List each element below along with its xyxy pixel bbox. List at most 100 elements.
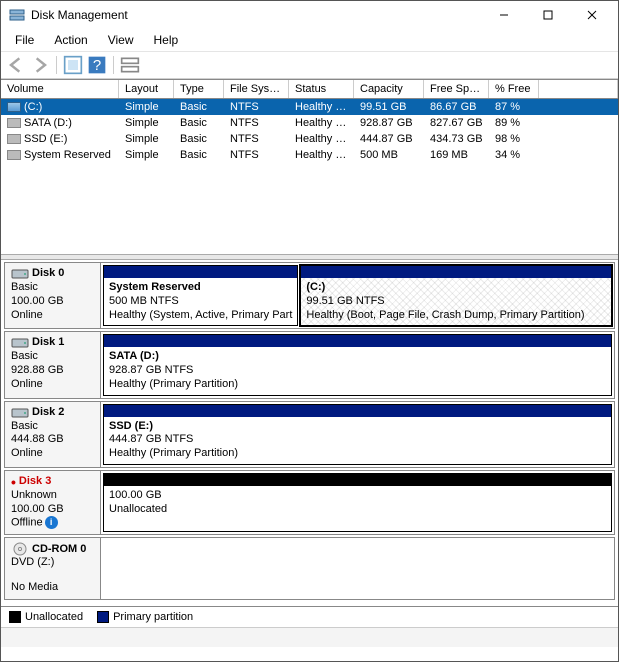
volume-layout: Simple — [119, 101, 174, 113]
volume-layout: Simple — [119, 117, 174, 129]
col-volume[interactable]: Volume — [1, 80, 119, 98]
disk-type: Unknown — [11, 489, 94, 503]
cdrom-icon — [11, 542, 29, 556]
partition[interactable]: System Reserved 500 MB NTFS Healthy (Sys… — [103, 265, 298, 326]
volume-layout: Simple — [119, 149, 174, 161]
info-icon[interactable]: i — [45, 516, 58, 529]
volume-free: 434.73 GB — [424, 133, 489, 145]
disk-header[interactable]: Disk 1 Basic 928.88 GB Online — [5, 332, 101, 397]
partition-sub: 100.00 GB — [109, 489, 606, 503]
menu-file[interactable]: File — [7, 31, 42, 49]
volume-capacity: 500 MB — [354, 149, 424, 161]
volume-type: Basic — [174, 101, 224, 113]
status-bar — [1, 627, 618, 647]
volume-capacity: 928.87 GB — [354, 117, 424, 129]
volume-type: Basic — [174, 133, 224, 145]
volume-fs: NTFS — [224, 117, 289, 129]
back-button[interactable] — [5, 54, 27, 76]
disk-row[interactable]: Disk 1 Basic 928.88 GB Online SATA (D:) … — [4, 331, 615, 398]
partition-health: Healthy (Primary Partition) — [109, 447, 606, 461]
volume-name: SATA (D:) — [24, 117, 72, 129]
partition-cap — [104, 335, 611, 347]
volume-fs: NTFS — [224, 133, 289, 145]
disk-status: Online — [11, 309, 94, 323]
disk-row[interactable]: •Disk 3 Unknown 100.00 GB Offlinei 100.0… — [4, 470, 615, 536]
menu-view[interactable]: View — [100, 31, 142, 49]
col-freespace[interactable]: Free Spa... — [424, 80, 489, 98]
partition[interactable]: SATA (D:) 928.87 GB NTFS Healthy (Primar… — [103, 334, 612, 395]
svg-text:?: ? — [93, 57, 101, 74]
disk-header[interactable]: Disk 0 Basic 100.00 GB Online — [5, 263, 101, 328]
col-pctfree[interactable]: % Free — [489, 80, 539, 98]
volume-fs: NTFS — [224, 149, 289, 161]
col-filesystem[interactable]: File System — [224, 80, 289, 98]
disk-type: Basic — [11, 281, 94, 295]
volume-row[interactable]: SSD (E:) Simple Basic NTFS Healthy (P...… — [1, 131, 618, 147]
disk-size — [11, 570, 94, 581]
volume-pct: 89 % — [489, 117, 539, 129]
partition[interactable]: SSD (E:) 444.87 GB NTFS Healthy (Primary… — [103, 404, 612, 465]
disk-row[interactable]: Disk 0 Basic 100.00 GB Online System Res… — [4, 262, 615, 329]
col-spacer — [539, 80, 618, 98]
volume-capacity: 99.51 GB — [354, 101, 424, 113]
col-capacity[interactable]: Capacity — [354, 80, 424, 98]
disk-row[interactable]: CD-ROM 0 DVD (Z:) No Media — [4, 537, 615, 600]
legend: Unallocated Primary partition — [1, 606, 618, 627]
partition[interactable]: 100.00 GB Unallocated — [103, 473, 612, 533]
menu-action[interactable]: Action — [46, 31, 95, 49]
volume-type: Basic — [174, 117, 224, 129]
swatch-navy-icon — [97, 611, 109, 623]
col-layout[interactable]: Layout — [119, 80, 174, 98]
volume-name: System Reserved — [24, 149, 111, 161]
minimize-button[interactable] — [482, 1, 526, 29]
volume-status: Healthy (P... — [289, 117, 354, 129]
volume-fs: NTFS — [224, 101, 289, 113]
disk-body: 100.00 GB Unallocated — [101, 471, 614, 535]
volume-free: 827.67 GB — [424, 117, 489, 129]
toolbar-separator — [113, 56, 114, 74]
maximize-button[interactable] — [526, 1, 570, 29]
volume-row[interactable]: (C:) Simple Basic NTFS Healthy (B... 99.… — [1, 99, 618, 115]
volume-list: Volume Layout Type File System Status Ca… — [1, 79, 618, 254]
title-bar: Disk Management — [1, 1, 618, 29]
col-status[interactable]: Status — [289, 80, 354, 98]
close-button[interactable] — [570, 1, 614, 29]
volume-row[interactable]: SATA (D:) Simple Basic NTFS Healthy (P..… — [1, 115, 618, 131]
help-button[interactable]: ? — [86, 54, 108, 76]
disk-header[interactable]: Disk 2 Basic 444.88 GB Online — [5, 402, 101, 467]
volume-capacity: 444.87 GB — [354, 133, 424, 145]
swatch-black-icon — [9, 611, 21, 623]
disk-size: 928.88 GB — [11, 364, 94, 378]
partition[interactable]: (C:) 99.51 GB NTFS Healthy (Boot, Page F… — [300, 265, 612, 326]
disk-header[interactable]: CD-ROM 0 DVD (Z:) No Media — [5, 538, 101, 599]
disk-body — [101, 538, 614, 599]
disk-row[interactable]: Disk 2 Basic 444.88 GB Online SSD (E:) 4… — [4, 401, 615, 468]
disk-header[interactable]: •Disk 3 Unknown 100.00 GB Offlinei — [5, 471, 101, 535]
partition-sub: 500 MB NTFS — [109, 295, 292, 309]
disk-body: SATA (D:) 928.87 GB NTFS Healthy (Primar… — [101, 332, 614, 397]
partition-health: Healthy (Boot, Page File, Crash Dump, Pr… — [306, 309, 606, 323]
disk-type: Basic — [11, 350, 94, 364]
volume-free: 86.67 GB — [424, 101, 489, 113]
partition-sub: 99.51 GB NTFS — [306, 295, 606, 309]
disk-icon — [11, 336, 29, 350]
partition-title: SSD (E:) — [109, 420, 606, 434]
refresh-button[interactable] — [62, 54, 84, 76]
details-view-button[interactable] — [119, 54, 141, 76]
disk-status: No Media — [11, 581, 94, 595]
volume-row[interactable]: System Reserved Simple Basic NTFS Health… — [1, 147, 618, 163]
partition-sub: 444.87 GB NTFS — [109, 433, 606, 447]
forward-button[interactable] — [29, 54, 51, 76]
volume-layout: Simple — [119, 133, 174, 145]
menu-help[interactable]: Help — [146, 31, 187, 49]
partition-health: Unallocated — [109, 503, 606, 517]
disk-icon — [11, 406, 29, 420]
legend-primary: Primary partition — [97, 611, 193, 623]
drive-icon — [7, 134, 21, 144]
volume-status: Healthy (S... — [289, 149, 354, 161]
partition-health: Healthy (Primary Partition) — [109, 378, 606, 392]
volume-type: Basic — [174, 149, 224, 161]
disk-size: 100.00 GB — [11, 503, 94, 517]
col-type[interactable]: Type — [174, 80, 224, 98]
volume-status: Healthy (B... — [289, 101, 354, 113]
